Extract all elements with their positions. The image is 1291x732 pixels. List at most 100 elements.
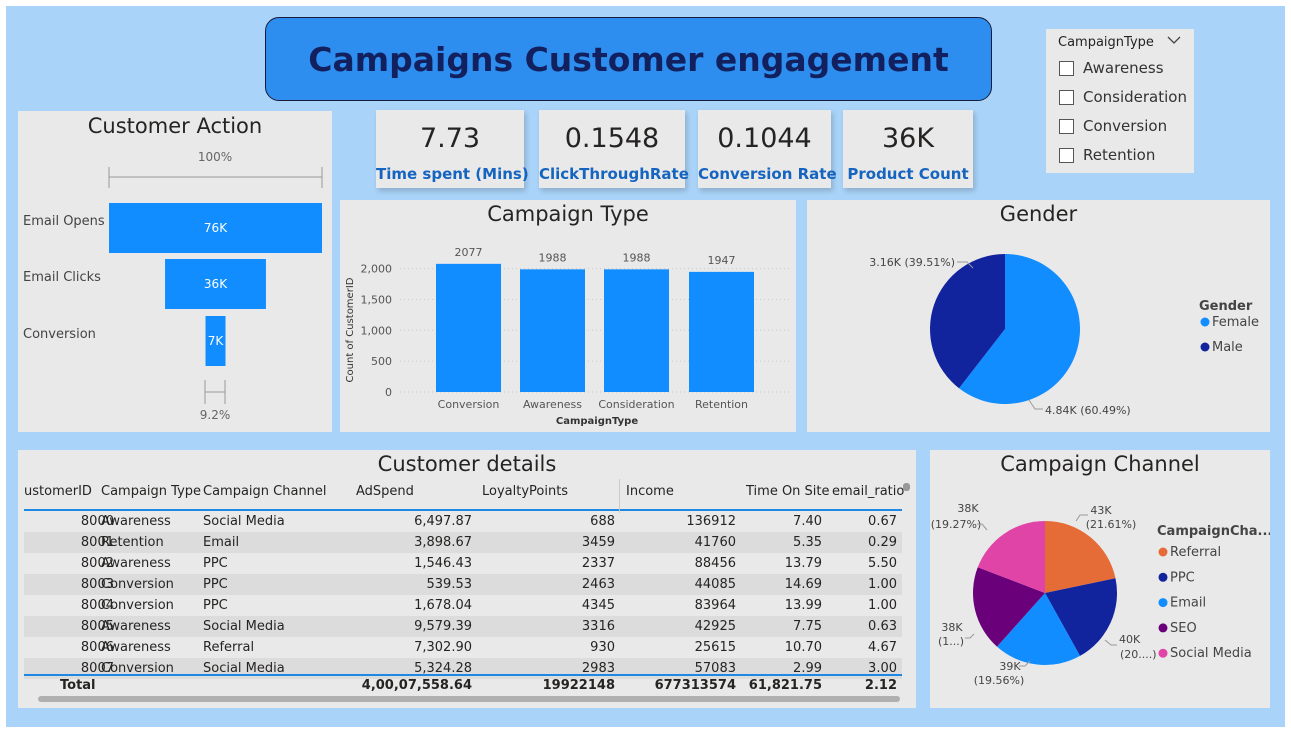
- checkbox[interactable]: [1059, 118, 1074, 134]
- table-cell-campaign-type: Conversion: [101, 598, 174, 613]
- gender-pie-svg: 3.16K (39.51%) 4.84K (60.49%) Gender Fem…: [869, 254, 1259, 417]
- legend-dot-referral: [1158, 547, 1168, 557]
- funnel-top-pct: 100%: [198, 150, 232, 164]
- bar-value-consideration: 1988: [623, 251, 651, 264]
- checkbox[interactable]: [1059, 89, 1074, 105]
- column-header-income[interactable]: Income: [626, 484, 674, 499]
- y-tick-label: 1,000: [361, 324, 393, 337]
- table-cell-time-on-site: 13.99: [784, 598, 822, 613]
- campaign-type-svg: Count of CustomerID CampaignType 0 500 1,0…: [345, 246, 790, 427]
- legend-dot-female: [1200, 317, 1210, 327]
- table-cell-campaign-channel: Referral: [203, 640, 255, 655]
- table-cell-adspend: 3,898.67: [414, 535, 472, 550]
- column-header-time-on-site[interactable]: Time On Site: [746, 484, 830, 499]
- table-cell-campaign-channel: Social Media: [203, 619, 285, 634]
- slicer-option-awareness[interactable]: Awareness: [1059, 58, 1164, 78]
- y-tick-label: 2,000: [361, 263, 393, 276]
- table-cell-campaign-channel: Social Media: [203, 514, 285, 529]
- table-row[interactable]: 8003 Conversion PPC 539.53 2463 44085 14.69 1.0…: [24, 574, 902, 595]
- column-header-ustomerid[interactable]: ustomerID: [24, 484, 92, 499]
- slice-label-email-pct: (19.56%): [974, 674, 1025, 687]
- checkbox[interactable]: [1059, 60, 1074, 76]
- table-cell-income: 44085: [694, 577, 736, 592]
- bar-value-awareness: 1988: [539, 251, 567, 264]
- table-row[interactable]: 8001 Retention Email 3,898.67 3459 41760 5.35 0…: [24, 532, 902, 553]
- column-header-email-ratio[interactable]: email_ratio: [832, 484, 904, 499]
- report-title: Campaigns Customer engagement: [308, 39, 949, 79]
- bar-value-conversion: 2077: [455, 246, 483, 259]
- vertical-scrollbar[interactable]: [903, 483, 910, 491]
- table-row[interactable]: 8006 Awareness Referral 7,302.90 930 25615 10.…: [24, 637, 902, 658]
- bar-conversion: [436, 263, 501, 392]
- table-cell-email-ratio: 1.00: [868, 577, 897, 592]
- kpi-card-conversion-rate[interactable]: 0.1044 Conversion Rate: [698, 110, 837, 188]
- table-cell-campaign-type: Awareness: [101, 619, 171, 634]
- table-cell-loyaltypoints: 2337: [581, 556, 615, 571]
- gender-chart[interactable]: Gender 3.16K (39.51%) 4.84K (60.49%) Gen…: [807, 200, 1270, 432]
- slicer-option-retention[interactable]: Retention: [1059, 145, 1155, 165]
- leader-line-female: [1028, 399, 1043, 410]
- table-cell-loyaltypoints: 3459: [581, 535, 615, 550]
- kpi-label: ClickThroughRate: [539, 165, 689, 183]
- legend-dot-ppc: [1158, 572, 1168, 582]
- slicer-option-consideration[interactable]: Consideration: [1059, 87, 1187, 107]
- kpi-card-time-spent[interactable]: 7.73 Time spent (Mins): [376, 110, 529, 188]
- funnel-stage-label-conversion: Conversion: [23, 327, 96, 342]
- kpi-card-click-through-rate[interactable]: 0.1548 ClickThroughRate: [539, 110, 689, 188]
- column-divider: [619, 479, 620, 513]
- table-cell-adspend: 539.53: [426, 577, 473, 592]
- table-cell-income: 88456: [694, 556, 736, 571]
- slice-label-ppc-pct: (20....): [1120, 648, 1157, 661]
- table-cell-loyaltypoints: 930: [590, 640, 615, 655]
- legend-label-male: Male: [1212, 340, 1243, 355]
- slicer-option-conversion[interactable]: Conversion: [1059, 116, 1167, 136]
- kpi-card-product-count[interactable]: 36K Product Count: [843, 110, 973, 188]
- table-cell-email-ratio: 1.00: [868, 598, 897, 613]
- table-row[interactable]: 8005 Awareness Social Media 9,579.39 3316 429…: [24, 616, 902, 637]
- table-cell-loyaltypoints: 2463: [581, 577, 615, 592]
- table-total-row: Total 4,00,07,558.64 19922148 677313574 …: [60, 678, 897, 693]
- bar-awareness: [520, 269, 585, 392]
- funnel-stage-label-email-opens: Email Opens: [23, 214, 105, 229]
- slice-label-referral-value: 43K: [1090, 504, 1112, 517]
- report-title-banner: Campaigns Customer engagement: [265, 17, 992, 101]
- y-tick-label: 0: [385, 386, 392, 399]
- funnel-svg: 100% 76K Email Opens 36K Email Clicks 7K Conv…: [23, 150, 323, 422]
- column-header-campaign-type[interactable]: Campaign Type: [101, 484, 201, 499]
- leader-line-seo: [965, 633, 975, 639]
- funnel-bottom-pct: 9.2%: [200, 408, 231, 422]
- table-row[interactable]: 8004 Conversion PPC 1,678.04 4345 83964 13.99 1…: [24, 595, 902, 616]
- table-cell-income: 83964: [694, 598, 736, 613]
- campaign-type-slicer[interactable]: CampaignType Awareness Consideration Con…: [1046, 29, 1194, 173]
- x-tick-awareness: Awareness: [523, 398, 582, 411]
- table-cell-loyaltypoints: 4345: [581, 598, 615, 613]
- legend-label-seo: SEO: [1170, 621, 1197, 636]
- table-cell-email-ratio: 0.29: [868, 535, 897, 550]
- campaign-channel-chart[interactable]: Campaign Channel 43K (21.61%) 40K (20...…: [930, 450, 1270, 708]
- table-cell-time-on-site: 14.69: [784, 577, 822, 592]
- kpi-value: 36K: [881, 123, 935, 154]
- table-cell-loyaltypoints: 688: [590, 514, 615, 529]
- table-cell-income: 136912: [686, 514, 736, 529]
- legend-label-social-media: Social Media: [1170, 646, 1252, 661]
- table-cell-campaign-type: Conversion: [101, 577, 174, 592]
- column-header-adspend[interactable]: AdSpend: [356, 484, 414, 499]
- table-cell-campaign-channel: PPC: [203, 598, 228, 613]
- horizontal-scrollbar[interactable]: [38, 696, 900, 702]
- checkbox[interactable]: [1059, 147, 1074, 163]
- table-cell-campaign-type: Awareness: [101, 514, 171, 529]
- chevron-down-icon[interactable]: [1167, 34, 1181, 48]
- table-row[interactable]: 8000 Awareness Social Media 6,497.87 688 1369…: [24, 511, 902, 532]
- table-cell-adspend: 7,302.90: [414, 640, 472, 655]
- column-header-campaign-channel[interactable]: Campaign Channel: [203, 484, 327, 499]
- legend-label-email: Email: [1170, 596, 1206, 611]
- table-cell-campaign-channel: Email: [203, 535, 240, 550]
- customer-action-funnel[interactable]: Customer Action 100% 76K Email Opens 36K Em…: [18, 111, 332, 432]
- table-row[interactable]: 8002 Awareness PPC 1,546.43 2337 88456 13.79 5.…: [24, 553, 902, 574]
- column-header-loyaltypoints[interactable]: LoyaltyPoints: [482, 484, 568, 499]
- kpi-value: 7.73: [419, 123, 481, 154]
- kpi-label: Product Count: [847, 165, 969, 183]
- campaign-type-chart[interactable]: Campaign Type Count of CustomerID Campai…: [340, 200, 796, 432]
- y-tick-label: 500: [371, 355, 392, 368]
- x-axis-title: CampaignType: [556, 416, 638, 427]
